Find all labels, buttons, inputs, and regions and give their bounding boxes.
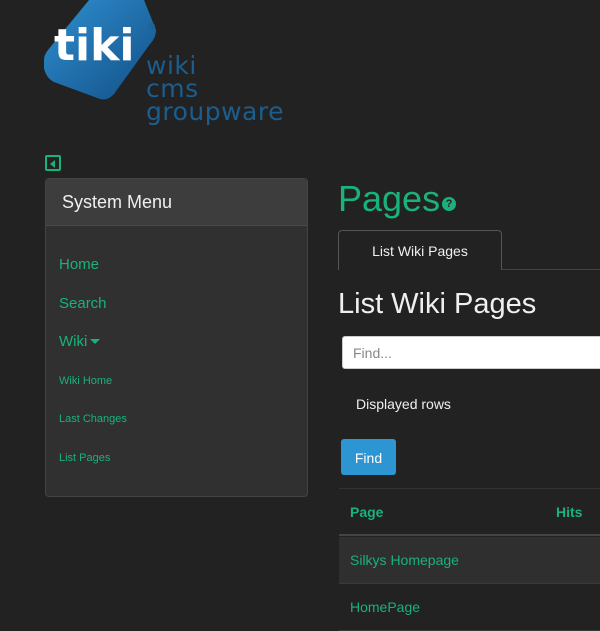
system-menu-panel: System Menu Home Search Wiki Wiki Home L…	[45, 178, 308, 497]
menu-item-wiki-label: Wiki	[59, 333, 88, 350]
tiki-badge-icon: tiki	[44, 0, 156, 100]
find-input[interactable]	[342, 336, 600, 369]
table-row: Silkys Homepage	[339, 537, 600, 584]
page-link[interactable]: Silkys Homepage	[350, 552, 459, 568]
menu-item-last-changes[interactable]: Last Changes	[59, 413, 127, 425]
table-header: Page Hits	[339, 488, 600, 536]
sidebar-toggle-icon[interactable]	[45, 155, 61, 171]
menu-item-wiki[interactable]: Wiki	[59, 333, 101, 350]
system-menu-title: System Menu	[46, 179, 307, 226]
tab-list-wiki-pages[interactable]: List Wiki Pages	[338, 230, 502, 270]
registered-mark: ®	[148, 22, 156, 33]
logo-tagline: wiki cms groupware	[146, 53, 284, 126]
menu-item-list-pages[interactable]: List Pages	[59, 452, 110, 464]
tiki-logo[interactable]: tiki ® wiki cms groupware	[44, 0, 294, 130]
find-button[interactable]: Find	[341, 439, 396, 475]
column-header-page[interactable]: Page	[350, 504, 383, 520]
logo-line-groupware: groupware	[146, 97, 284, 126]
menu-item-search[interactable]: Search	[59, 295, 107, 312]
displayed-rows-label: Displayed rows	[356, 396, 451, 412]
question-circle-icon[interactable]: ?	[442, 197, 456, 211]
pages-table: Page Hits Silkys Homepage HomePage	[339, 488, 600, 631]
page-link[interactable]: HomePage	[350, 599, 420, 615]
menu-item-home[interactable]: Home	[59, 256, 99, 273]
column-header-hits[interactable]: Hits	[556, 504, 582, 520]
svg-text:tiki: tiki	[54, 20, 134, 71]
page-title: Pages	[338, 178, 441, 219]
caret-down-icon	[90, 339, 101, 344]
section-title: List Wiki Pages	[338, 288, 537, 320]
menu-item-wiki-home[interactable]: Wiki Home	[59, 375, 112, 387]
tabs-divider	[501, 269, 600, 270]
